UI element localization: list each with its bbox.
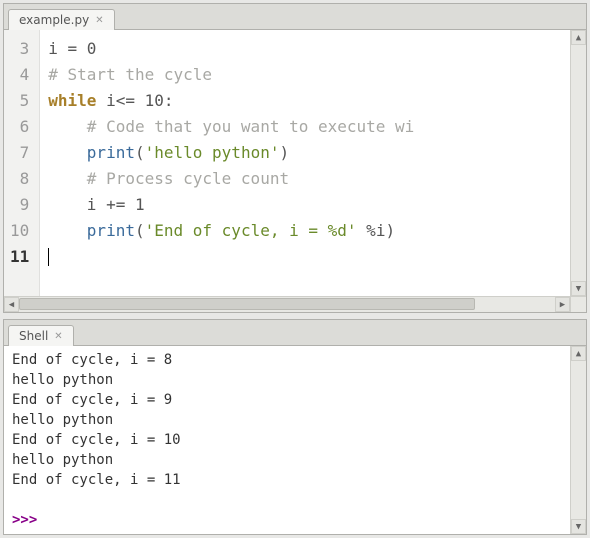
shell-line <box>12 490 562 510</box>
shell-tabbar: Shell ✕ <box>4 320 586 346</box>
line-number: 7 <box>10 140 29 166</box>
tab-shell[interactable]: Shell ✕ <box>8 325 74 346</box>
code-line[interactable]: print('hello python') <box>48 140 570 166</box>
editor-tabbar: example.py ✕ <box>4 4 586 30</box>
line-number: 11 <box>10 244 29 270</box>
horizontal-scrollbar[interactable]: ◀ ▶ <box>4 296 570 312</box>
shell-line: End of cycle, i = 8 <box>12 350 562 370</box>
vertical-scrollbar[interactable]: ▲ ▼ <box>570 30 586 296</box>
code-line[interactable]: i += 1 <box>48 192 570 218</box>
editor-pane: example.py ✕ 34567891011 i = 0# Start th… <box>3 3 587 313</box>
line-number: 3 <box>10 36 29 62</box>
close-icon[interactable]: ✕ <box>95 15 103 26</box>
line-number: 6 <box>10 114 29 140</box>
code-editor[interactable]: 34567891011 i = 0# Start the cyclewhile … <box>4 30 570 296</box>
line-number: 8 <box>10 166 29 192</box>
shell-line: End of cycle, i = 10 <box>12 430 562 450</box>
editor-content: 34567891011 i = 0# Start the cyclewhile … <box>4 30 586 312</box>
scroll-corner <box>570 296 586 312</box>
shell-output[interactable]: End of cycle, i = 8hello pythonEnd of cy… <box>4 346 570 534</box>
shell-line: hello python <box>12 370 562 390</box>
code-line[interactable]: # Process cycle count <box>48 166 570 192</box>
tab-label: example.py <box>19 13 89 27</box>
code-line[interactable] <box>48 244 570 270</box>
code-line[interactable]: i = 0 <box>48 36 570 62</box>
vertical-scrollbar[interactable]: ▲ ▼ <box>570 346 586 534</box>
shell-line: End of cycle, i = 9 <box>12 390 562 410</box>
shell-line: hello python <box>12 450 562 470</box>
code-area[interactable]: i = 0# Start the cyclewhile i<= 10: # Co… <box>40 30 570 296</box>
scrollbar-track[interactable] <box>19 297 555 312</box>
scroll-up-icon[interactable]: ▲ <box>571 30 586 45</box>
code-line[interactable]: print('End of cycle, i = %d' %i) <box>48 218 570 244</box>
shell-line: hello python <box>12 410 562 430</box>
scroll-right-icon[interactable]: ▶ <box>555 297 570 312</box>
close-icon[interactable]: ✕ <box>54 331 62 342</box>
line-number: 10 <box>10 218 29 244</box>
scroll-down-icon[interactable]: ▼ <box>571 281 586 296</box>
scrollbar-thumb[interactable] <box>19 298 475 310</box>
tab-example-py[interactable]: example.py ✕ <box>8 9 115 30</box>
shell-line: End of cycle, i = 11 <box>12 470 562 490</box>
shell-pane: Shell ✕ End of cycle, i = 8hello pythonE… <box>3 319 587 535</box>
scroll-up-icon[interactable]: ▲ <box>571 346 586 361</box>
shell-content: End of cycle, i = 8hello pythonEnd of cy… <box>4 346 586 534</box>
line-number: 4 <box>10 62 29 88</box>
line-gutter: 34567891011 <box>4 30 40 296</box>
code-line[interactable]: # Start the cycle <box>48 62 570 88</box>
code-line[interactable]: # Code that you want to execute wi <box>48 114 570 140</box>
scroll-down-icon[interactable]: ▼ <box>571 519 586 534</box>
line-number: 9 <box>10 192 29 218</box>
shell-prompt[interactable]: >>> <box>12 510 562 530</box>
scroll-left-icon[interactable]: ◀ <box>4 297 19 312</box>
tab-label: Shell <box>19 329 48 343</box>
line-number: 5 <box>10 88 29 114</box>
code-line[interactable]: while i<= 10: <box>48 88 570 114</box>
